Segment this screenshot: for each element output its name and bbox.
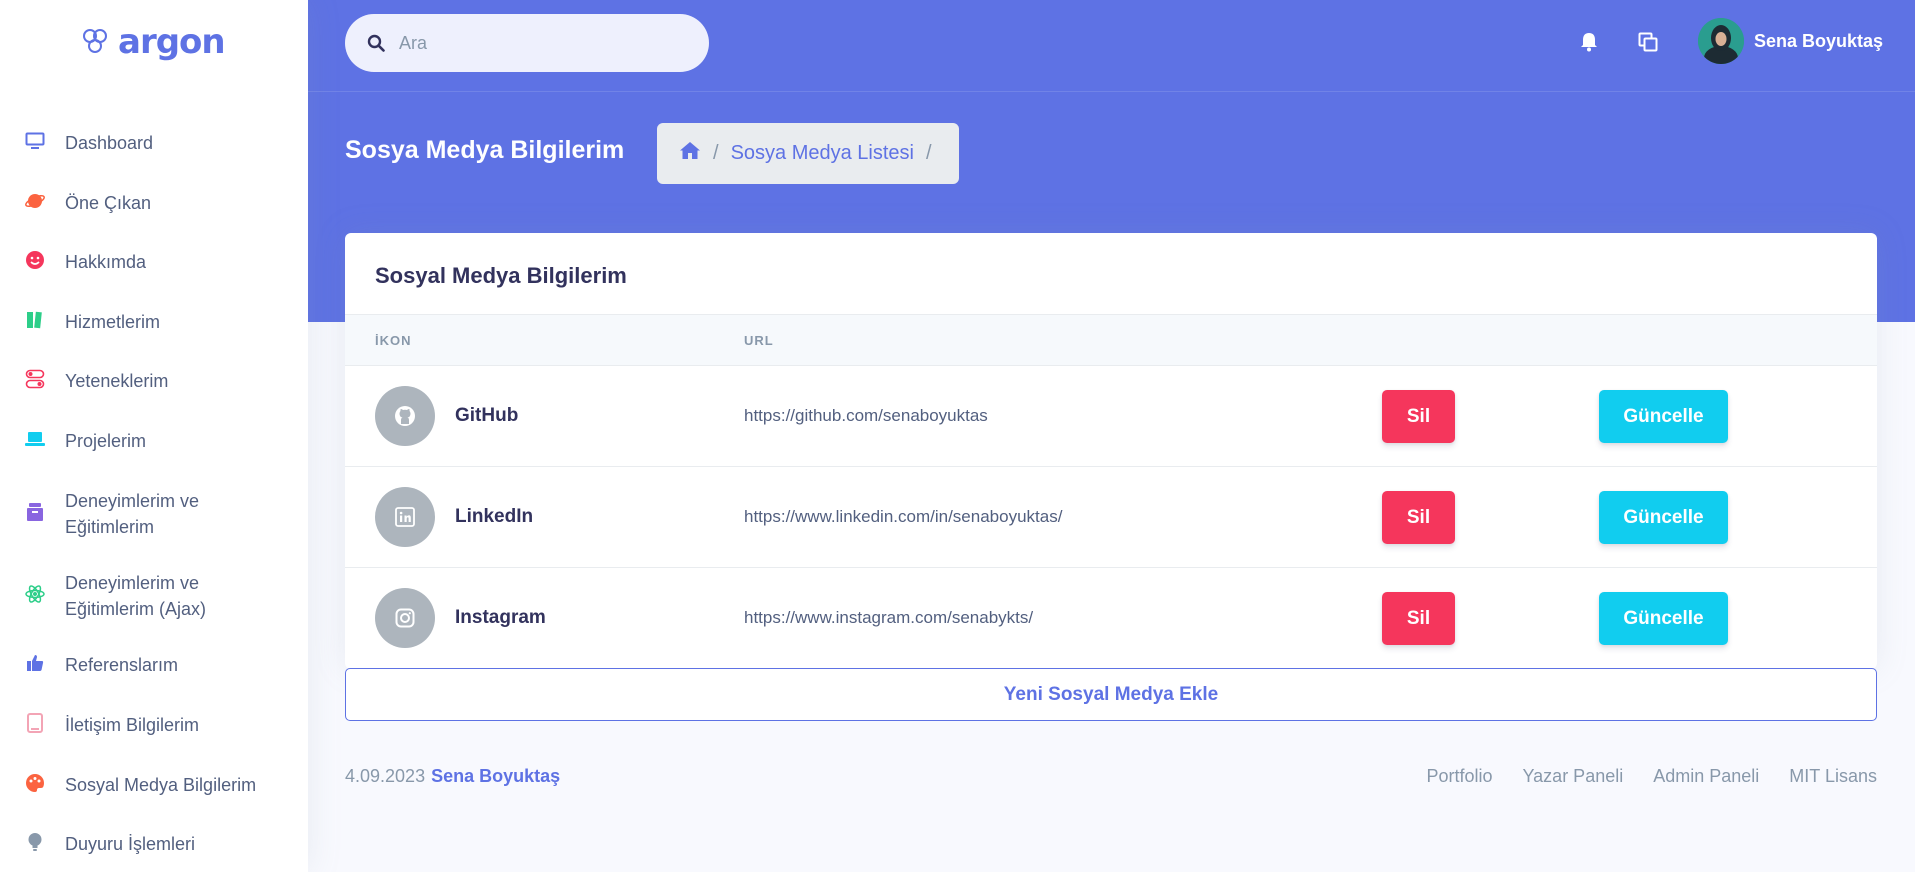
footer-author-link[interactable]: Sena Boyuktaş [431,766,560,786]
toggles-icon [24,368,46,390]
delete-button[interactable]: Sil [1382,390,1455,443]
sidebar-item-label: Dashboard [65,133,154,153]
update-button[interactable]: Güncelle [1599,491,1728,544]
sidebar-item-about[interactable]: Hakkımda [0,249,308,275]
atom-icon [24,583,46,605]
windows-icon[interactable] [1636,30,1660,54]
breadcrumb-current[interactable]: Sosya Medya Listesi [731,142,914,165]
search-icon [367,34,385,52]
sidebar-item-references[interactable]: Referenslarım [0,652,308,678]
search-box[interactable] [345,14,709,72]
home-icon[interactable] [679,141,701,166]
social-url: https://www.linkedin.com/in/senaboyuktas… [744,507,1063,526]
footer-link-author-panel[interactable]: Yazar Paneli [1523,766,1624,787]
column-header-icon: İKON [375,332,412,348]
github-icon [375,386,435,446]
sidebar-item-projects[interactable]: Projelerim [0,428,308,454]
sidebar-item-label: Öne Çıkan [65,193,152,213]
avatar [1698,18,1744,64]
update-button[interactable]: Güncelle [1599,390,1728,443]
user-name: Sena Boyuktaş [1754,30,1884,51]
column-header-url: URL [744,332,774,348]
sidebar-item-featured[interactable]: Öne Çıkan [0,190,308,216]
social-name: Instagram [455,607,546,628]
books-icon [24,309,46,331]
footer-link-portfolio[interactable]: Portfolio [1426,766,1492,787]
footer-date: 4.09.2023 [345,766,426,786]
footer-link-admin-panel[interactable]: Admin Paneli [1653,766,1759,787]
monitor-icon [24,130,46,152]
sidebar-item-label: Projelerim [65,431,147,451]
sidebar-item-skills[interactable]: Yeteneklerim [0,368,308,394]
sidebar-item-label: Yeteneklerim [65,371,169,391]
sidebar-item-announcements[interactable]: Duyuru İşlemleri [0,831,308,857]
breadcrumb-separator: / [925,142,932,164]
card-header: Sosyal Medya Bilgilerim [345,233,1877,315]
sidebar-item-label: Hakkımda [65,252,147,272]
user-menu[interactable]: Sena Boyuktaş [1698,18,1883,64]
tablet-icon [24,712,46,734]
planet-icon [24,190,46,212]
bell-icon[interactable] [1577,30,1601,54]
breadcrumb: / Sosya Medya Listesi / [657,123,959,184]
delete-button[interactable]: Sil [1382,592,1455,645]
sidebar-item-label: İletişim Bilgilerim [65,715,200,735]
page-title: Sosya Medya Bilgilerim [345,136,625,164]
sidebar-item-dashboard[interactable]: Dashboard [0,130,308,156]
sidebar-item-label: Sosyal Medya Bilgilerim [65,775,257,795]
smile-icon [24,249,46,271]
sidebar-item-social-media[interactable]: Sosyal Medya Bilgilerim [0,772,308,798]
sidebar-item-label: Hizmetlerim [65,312,161,332]
table-header: İKON URL [345,315,1877,366]
sidebar-item-label: Deneyimlerim ve Eğitimlerim (Ajax) [65,573,207,619]
social-url: https://www.instagram.com/senabykts/ [744,608,1034,627]
delete-button[interactable]: Sil [1382,491,1455,544]
palette-icon [24,772,46,794]
social-name: GitHub [455,405,519,426]
table-row: GitHub https://github.com/senaboyuktas S… [345,366,1877,467]
footer-copyright: 4.09.2023 Sena Boyuktaş [345,766,560,787]
sidebar-item-label: Deneyimlerim ve Eğitimlerim [65,491,200,537]
archive-icon [24,501,46,523]
sidebar-item-services[interactable]: Hizmetlerim [0,309,308,335]
breadcrumb-separator: / [713,142,719,164]
sidebar-item-label: Referenslarım [65,655,179,675]
linkedin-icon [375,487,435,547]
brand-name: argon [118,22,226,62]
card-title: Sosyal Medya Bilgilerim [375,263,627,288]
add-social-media-button[interactable]: Yeni Sosyal Medya Ekle [345,668,1877,721]
social-url: https://github.com/senaboyuktas [744,406,988,425]
bulb-icon [24,831,46,853]
sidebar-item-label: Duyuru İşlemleri [65,834,196,854]
social-name: LinkedIn [455,506,534,527]
sidebar-item-experiences[interactable]: Deneyimlerim ve Eğitimlerim [0,488,308,540]
instagram-icon [375,588,435,648]
thumbs-up-icon [24,652,46,674]
social-media-card: Sosyal Medya Bilgilerim İKON URL GitHub … [345,233,1877,669]
update-button[interactable]: Güncelle [1599,592,1728,645]
logo-icon [83,29,107,53]
footer-links: Portfolio Yazar Paneli Admin Paneli MIT … [1426,766,1877,787]
brand-logo[interactable]: argon [80,22,226,62]
footer-link-license[interactable]: MIT Lisans [1789,766,1877,787]
topbar-divider [308,91,1915,92]
search-input[interactable] [399,32,679,54]
sidebar-item-experiences-ajax[interactable]: Deneyimlerim ve Eğitimlerim (Ajax) [0,570,308,622]
table-row: LinkedIn https://www.linkedin.com/in/sen… [345,467,1877,568]
table-row: Instagram https://www.instagram.com/sena… [345,568,1877,669]
sidebar: argon Dashboard Öne Çıkan Hakkımda Hizme… [0,0,308,872]
sidebar-nav: Dashboard Öne Çıkan Hakkımda Hizmetlerim… [0,112,308,857]
sidebar-item-contact[interactable]: İletişim Bilgilerim [0,712,308,738]
laptop-icon [24,428,46,450]
